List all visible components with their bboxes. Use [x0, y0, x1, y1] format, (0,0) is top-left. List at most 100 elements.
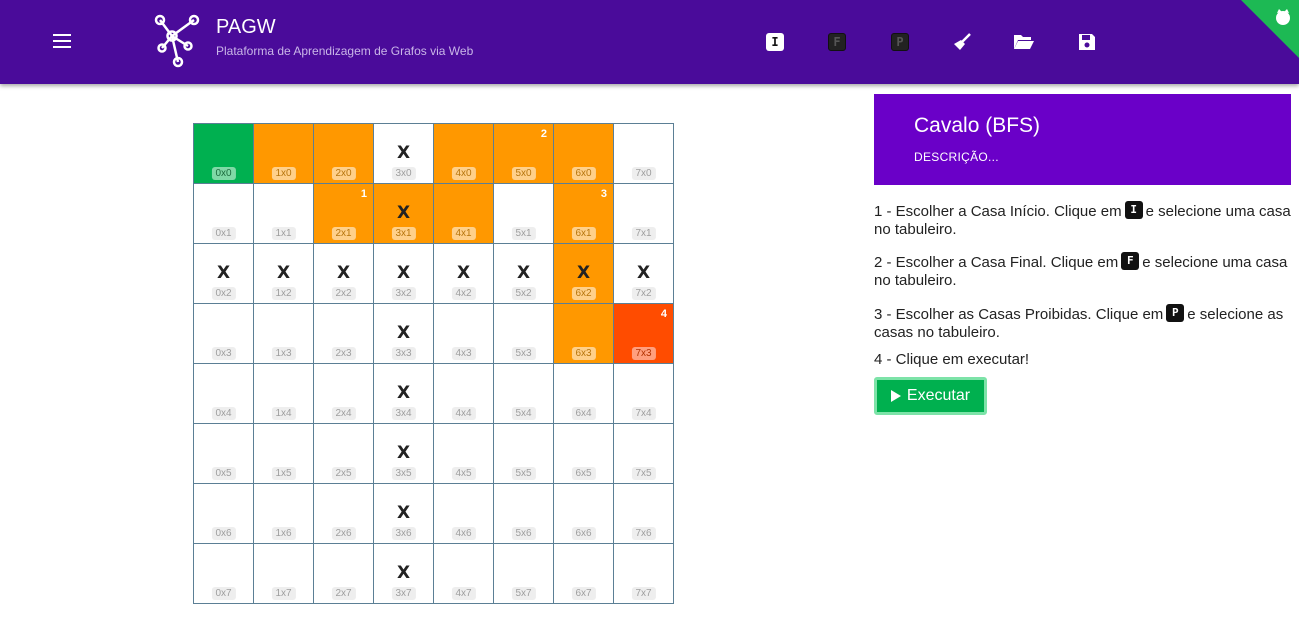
board-cell[interactable]: 1x3	[254, 304, 314, 364]
forbidden-key-icon: P	[1166, 304, 1185, 322]
board-cell[interactable]: 7x0	[614, 124, 674, 184]
description-link[interactable]: DESCRIÇÃO...	[914, 150, 999, 164]
chess-board: 0x0 1x0 2x0 X 3x0 4x0 2 5x0 6x0 7x0 0x1 1x1 1 2x1 X 3x1…	[193, 123, 674, 604]
board-cell[interactable]: 5x6	[494, 484, 554, 544]
board-cell[interactable]: 4x4	[434, 364, 494, 424]
forbidden-tool-button[interactable]: P	[889, 31, 911, 53]
board-cell[interactable]: 4x5	[434, 424, 494, 484]
board-cell[interactable]: X 1x2	[254, 244, 314, 304]
cell-coordinate: 7x6	[631, 527, 656, 540]
board-cell[interactable]: X 3x4	[374, 364, 434, 424]
cell-coordinate: 0x0	[211, 167, 236, 180]
board-cell[interactable]: 6x5	[554, 424, 614, 484]
open-file-button[interactable]	[1013, 31, 1035, 53]
clear-board-button[interactable]	[951, 31, 973, 53]
board-cell[interactable]: 4 7x3	[614, 304, 674, 364]
board-cell[interactable]: 1x6	[254, 484, 314, 544]
cell-coordinate: 1x4	[271, 407, 296, 420]
board-cell[interactable]: 0x7	[194, 544, 254, 604]
board-cell[interactable]: X 0x2	[194, 244, 254, 304]
cell-coordinate: 3x4	[391, 407, 416, 420]
board-cell[interactable]: X 3x5	[374, 424, 434, 484]
board-cell[interactable]: 0x3	[194, 304, 254, 364]
board-cell[interactable]: 5x4	[494, 364, 554, 424]
board-cell[interactable]: X 5x2	[494, 244, 554, 304]
execute-label: Executar	[906, 387, 971, 404]
board-cell[interactable]: X 3x2	[374, 244, 434, 304]
board-cell[interactable]: 2x6	[314, 484, 374, 544]
board-cell[interactable]: 5x3	[494, 304, 554, 364]
board-cell[interactable]: X 3x7	[374, 544, 434, 604]
board-cell[interactable]: 7x7	[614, 544, 674, 604]
board-cell[interactable]: 0x0	[194, 124, 254, 184]
cell-coordinate: 4x2	[451, 287, 476, 300]
graph-logo-icon	[154, 14, 200, 68]
board-cell[interactable]: 1x4	[254, 364, 314, 424]
board-cell[interactable]: X 3x0	[374, 124, 434, 184]
board-cell[interactable]: X 3x1	[374, 184, 434, 244]
board-cell[interactable]: 2x3	[314, 304, 374, 364]
final-tool-icon: F	[828, 33, 846, 51]
board-cell[interactable]: X 2x2	[314, 244, 374, 304]
final-tool-button[interactable]: F	[826, 31, 848, 53]
cell-coordinate: 6x5	[571, 467, 596, 480]
board-cell[interactable]: 1x0	[254, 124, 314, 184]
board-cell[interactable]: 7x6	[614, 484, 674, 544]
board-cell[interactable]: 6x7	[554, 544, 614, 604]
board-cell[interactable]: 0x6	[194, 484, 254, 544]
cell-coordinate: 5x7	[511, 587, 536, 600]
board-cell[interactable]: 5x1	[494, 184, 554, 244]
board-cell[interactable]: 7x1	[614, 184, 674, 244]
board-cell[interactable]: X 7x2	[614, 244, 674, 304]
board-cell[interactable]: X 3x6	[374, 484, 434, 544]
board-cell[interactable]: 2x7	[314, 544, 374, 604]
folder-open-icon	[1014, 35, 1034, 49]
cell-coordinate: 2x0	[331, 167, 356, 180]
octocat-icon[interactable]	[1273, 8, 1293, 28]
board-cell[interactable]: 1x7	[254, 544, 314, 604]
board-cell[interactable]: 5x5	[494, 424, 554, 484]
board-cell[interactable]: 2x0	[314, 124, 374, 184]
cell-coordinate: 7x4	[631, 407, 656, 420]
board-cell[interactable]: 0x5	[194, 424, 254, 484]
cell-coordinate: 6x0	[571, 167, 596, 180]
board-cell[interactable]: 1x5	[254, 424, 314, 484]
cell-coordinate: 2x6	[331, 527, 356, 540]
board-cell[interactable]: 6x0	[554, 124, 614, 184]
board-cell[interactable]: 4x7	[434, 544, 494, 604]
save-button[interactable]	[1076, 31, 1098, 53]
board-cell[interactable]: 5x7	[494, 544, 554, 604]
board-cell[interactable]: 4x3	[434, 304, 494, 364]
board-cell[interactable]: X 3x3	[374, 304, 434, 364]
board-cell[interactable]: 7x5	[614, 424, 674, 484]
cell-coordinate: 1x6	[271, 527, 296, 540]
start-tool-button[interactable]: I	[764, 31, 786, 53]
board-cell[interactable]: X 4x2	[434, 244, 494, 304]
cell-coordinate: 3x6	[391, 527, 416, 540]
board-cell[interactable]: 6x3	[554, 304, 614, 364]
board-cell[interactable]: 1 2x1	[314, 184, 374, 244]
board-cell[interactable]: 6x4	[554, 364, 614, 424]
cell-coordinate: 7x0	[631, 167, 656, 180]
board-cell[interactable]: 6x6	[554, 484, 614, 544]
board-cell[interactable]: X 6x2	[554, 244, 614, 304]
cell-coordinate: 0x4	[211, 407, 236, 420]
board-cell[interactable]: 2x4	[314, 364, 374, 424]
blocked-mark: X	[396, 503, 411, 523]
board-cell[interactable]: 4x6	[434, 484, 494, 544]
blocked-mark: X	[396, 323, 411, 343]
board-cell[interactable]: 2 5x0	[494, 124, 554, 184]
algorithm-title: Cavalo (BFS)	[914, 114, 1041, 137]
board-cell[interactable]: 1x1	[254, 184, 314, 244]
forbidden-tool-icon: P	[891, 33, 909, 51]
execute-button[interactable]: Executar	[874, 377, 987, 415]
board-cell[interactable]: 0x1	[194, 184, 254, 244]
board-cell[interactable]: 3 6x1	[554, 184, 614, 244]
board-cell[interactable]: 4x1	[434, 184, 494, 244]
hamburger-menu-icon[interactable]	[50, 30, 74, 54]
board-cell[interactable]: 2x5	[314, 424, 374, 484]
board-cell[interactable]: 7x4	[614, 364, 674, 424]
blocked-mark: X	[576, 263, 591, 283]
board-cell[interactable]: 0x4	[194, 364, 254, 424]
board-cell[interactable]: 4x0	[434, 124, 494, 184]
